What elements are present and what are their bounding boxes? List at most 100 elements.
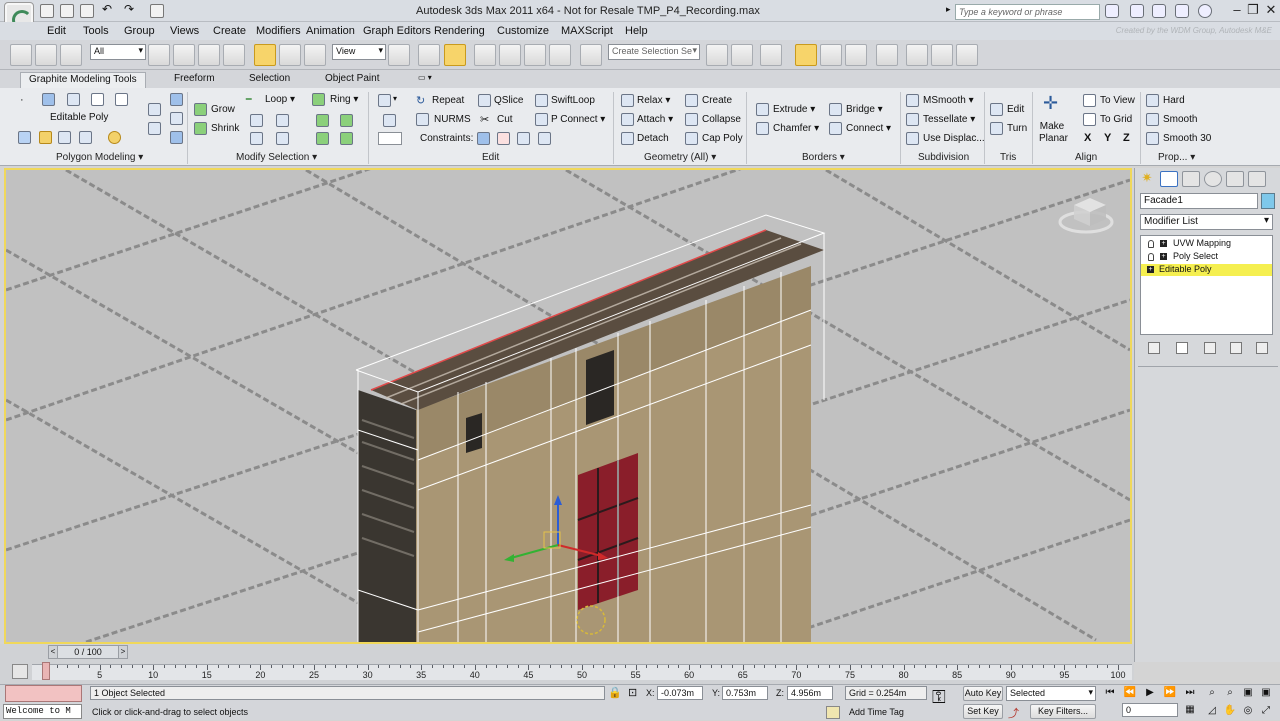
current-frame-field[interactable]: 0 [1122,703,1178,717]
select-rotate-icon[interactable] [279,44,301,66]
zoom-all-icon[interactable]: ⌕ [1222,686,1238,700]
menu-edit[interactable]: Edit [47,25,66,37]
menu-graph-editors[interactable]: Graph Editors [363,25,431,37]
smooth-icon[interactable] [1146,113,1159,126]
attach-icon[interactable] [621,113,634,126]
cut-button[interactable]: Cut [497,114,513,125]
hard-button[interactable]: Hard [1163,95,1185,106]
modifier-list-dropdown[interactable]: Modifier List [1140,214,1273,230]
menu-customize[interactable]: Customize [497,25,549,37]
object-name-field[interactable]: Facade1 [1140,193,1258,209]
new-file-icon[interactable] [40,4,54,18]
undo-icon[interactable]: ↶ [102,2,116,16]
help-icon[interactable] [1198,4,1212,18]
show-cage-icon[interactable] [170,131,183,144]
repeat-button[interactable]: Repeat [432,95,464,106]
grow-ring-icon[interactable] [316,114,329,127]
relax-button[interactable]: Relax ▾ [637,95,670,106]
z-coordinate-field[interactable]: 4.956m [787,686,833,700]
render-production-icon[interactable] [956,44,978,66]
tab-object-paint[interactable]: Object Paint [317,72,387,88]
zoom-extents-all-icon[interactable]: ▣ [1258,686,1274,700]
loop-mode2-icon[interactable] [276,132,289,145]
menu-tools[interactable]: Tools [83,25,109,37]
collapse-stack-icon[interactable] [79,131,92,144]
ring-mode-icon[interactable] [316,132,329,145]
zoom-extents-icon[interactable]: ▣ [1240,686,1256,700]
tab-freeform[interactable]: Freeform [166,72,223,88]
modify-mode-icon[interactable] [18,131,31,144]
p-connect-icon[interactable] [535,113,548,126]
shrink-ring-icon[interactable] [340,114,353,127]
set-key-button[interactable]: Set Key [963,704,1003,719]
select-object-icon[interactable] [148,44,170,66]
object-color-swatch[interactable] [1261,193,1275,209]
auto-key-button[interactable]: Auto Key [963,686,1003,701]
remove-modifier-icon[interactable] [1230,342,1242,354]
section-edit[interactable]: Edit [482,152,499,163]
bind-spacewarp-icon[interactable] [60,44,82,66]
tris-edit-button[interactable]: Edit [1007,104,1024,115]
expand-icon[interactable]: + [1160,240,1167,247]
constraint-face-icon[interactable] [517,132,530,145]
smooth30-button[interactable]: Smooth 30 [1163,133,1211,144]
key-filters-button[interactable]: Key Filters... [1030,704,1096,719]
mirror-icon[interactable] [706,44,728,66]
go-to-end-icon[interactable]: ⏭ [1182,686,1198,700]
maxscript-listener-input[interactable]: Welcome to M [3,704,82,719]
motion-panel-icon[interactable] [1204,171,1222,187]
attach-button[interactable]: Attach ▾ [637,114,673,125]
edit-named-selection-icon[interactable] [580,44,602,66]
repeat-icon[interactable]: ↻ [416,94,429,107]
connect-icon[interactable] [829,122,842,135]
section-modify-selection[interactable]: Modify Selection ▾ [236,152,317,163]
turn-button[interactable]: Turn [1007,123,1027,134]
infocenter-icon[interactable] [1105,4,1119,18]
menu-group[interactable]: Group [124,25,155,37]
select-manipulate-icon[interactable] [418,44,440,66]
project-folder-icon[interactable] [150,4,164,18]
subscription-icon[interactable] [1130,4,1144,18]
key-mode-dropdown[interactable]: Selected [1006,686,1096,701]
next-frame-icon[interactable]: > [118,645,128,659]
vertex-icon[interactable]: · [20,94,33,107]
grow-loop-icon[interactable] [250,114,263,127]
show-end-result-icon[interactable] [58,131,71,144]
shrink-button[interactable]: Shrink [211,123,239,134]
tab-graphite-modeling-tools[interactable]: Graphite Modeling Tools [20,72,146,88]
make-planar-icon[interactable]: ✛ [1043,94,1061,116]
previous-modifier-icon[interactable] [148,103,161,116]
nurms-icon[interactable] [416,113,429,126]
extrude-icon[interactable] [756,103,769,116]
use-displacement-button[interactable]: Use Displac... [923,133,985,144]
layer-manager-icon[interactable] [760,44,782,66]
material-editor-icon[interactable] [876,44,898,66]
close-icon[interactable]: ✕ [1260,2,1280,20]
maxscript-mini-listener[interactable] [5,685,82,702]
spinner-snap-icon[interactable] [549,44,571,66]
menu-modifiers[interactable]: Modifiers [256,25,301,37]
ring-icon[interactable] [312,93,325,106]
to-grid-button[interactable]: To Grid [1100,114,1132,125]
grow-button[interactable]: Grow [211,104,235,115]
key-filter-icon[interactable]: ⤴ [1008,705,1019,721]
add-time-tag-button[interactable]: Add Time Tag [849,707,904,717]
redo-icon[interactable]: ↷ [124,2,138,16]
connect-button[interactable]: Connect ▾ [846,123,891,134]
make-unique-icon[interactable] [1204,342,1216,354]
swiftloop-icon[interactable] [535,94,548,107]
configure-sets-icon[interactable] [1256,342,1268,354]
tessellate-button[interactable]: Tessellate ▾ [923,114,975,125]
ring-button[interactable]: Ring ▾ [330,94,358,105]
next-modifier-icon[interactable] [148,122,161,135]
polygon-icon[interactable] [91,93,104,106]
preserve-uvs-toggle-icon[interactable] [378,94,391,107]
cap-poly-button[interactable]: Cap Poly [702,133,743,144]
section-properties[interactable]: Prop... ▾ [1158,152,1195,163]
tessellate-icon[interactable] [906,113,919,126]
menu-animation[interactable]: Animation [306,25,355,37]
save-file-icon[interactable] [80,4,94,18]
selection-filter-dropdown[interactable]: All [90,44,146,60]
bridge-icon[interactable] [829,103,842,116]
perspective-viewport[interactable] [4,168,1132,644]
